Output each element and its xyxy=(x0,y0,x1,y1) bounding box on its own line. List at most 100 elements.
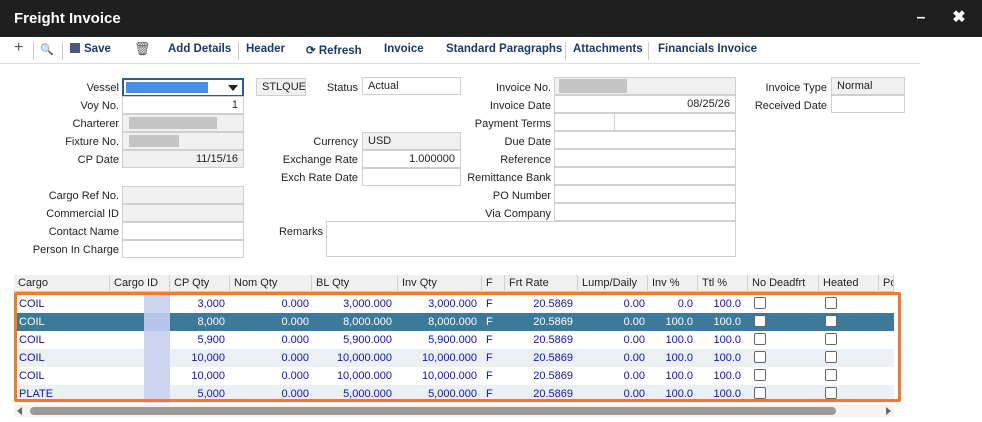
frt-cell[interactable]: 20.5869 xyxy=(503,349,573,367)
bl-cell[interactable]: 3,000.000 xyxy=(322,295,392,313)
voy-no-field[interactable]: 1 xyxy=(122,96,244,114)
cp-cell[interactable]: 8,000 xyxy=(155,313,225,331)
cargo-cell[interactable]: PLATE xyxy=(19,385,109,403)
heated-checkbox[interactable] xyxy=(825,315,837,327)
charterer-field[interactable] xyxy=(122,114,244,132)
financials-invoice-button[interactable]: Financials Invoice xyxy=(658,43,757,59)
inv-cell[interactable]: 8,000.000 xyxy=(407,313,477,331)
standard-paragraphs-button[interactable]: Standard Paragraphs xyxy=(446,43,562,59)
table-row[interactable]: COIL 10,000 0.000 10,000.000 10,000.000 20.58… xyxy=(14,367,894,385)
cargo-cell[interactable]: COIL xyxy=(19,367,109,385)
cargo-cell[interactable]: COIL xyxy=(19,295,109,313)
no-deadfrt-checkbox[interactable] xyxy=(754,387,766,399)
commercial-id-field[interactable] xyxy=(122,204,244,222)
heated-checkbox[interactable] xyxy=(825,369,837,381)
header-button[interactable]: Header xyxy=(246,43,285,59)
exchange-rate-field[interactable]: 1.000000 xyxy=(362,150,461,168)
cp-cell[interactable]: 5,000 xyxy=(155,385,225,403)
ttl-cell[interactable]: 100.0 xyxy=(671,367,741,385)
no-deadfrt-checkbox[interactable] xyxy=(754,297,766,309)
heated-checkbox[interactable] xyxy=(825,387,837,399)
frt-cell[interactable]: 20.5869 xyxy=(503,295,573,313)
invoice-date-field[interactable]: 08/25/26 xyxy=(554,95,736,113)
scrollbar-thumb[interactable] xyxy=(30,407,836,415)
search-icon[interactable]: 🔍 xyxy=(40,43,54,56)
save-button[interactable]: Save xyxy=(70,43,111,59)
cp-date-field[interactable]: 11/15/16 xyxy=(122,150,244,168)
col-header-nom-qty[interactable]: Nom Qty xyxy=(230,275,312,292)
heated-checkbox[interactable] xyxy=(825,351,837,363)
nom-cell[interactable]: 0.000 xyxy=(239,295,309,313)
delete-icon[interactable]: 🗑 xyxy=(134,41,151,57)
f-cell[interactable]: F xyxy=(486,349,500,367)
f-cell[interactable]: F xyxy=(486,313,500,331)
ttl-cell[interactable]: 100.0 xyxy=(671,331,741,349)
col-header-inv-pct[interactable]: Inv % xyxy=(648,275,698,292)
nom-cell[interactable]: 0.000 xyxy=(239,349,309,367)
po-number-field[interactable] xyxy=(554,185,736,203)
currency-field[interactable]: USD xyxy=(362,132,461,150)
f-cell[interactable]: F xyxy=(486,331,500,349)
reference-field[interactable] xyxy=(554,149,736,167)
no-deadfrt-checkbox[interactable] xyxy=(754,333,766,345)
no-deadfrt-checkbox[interactable] xyxy=(754,315,766,327)
table-row[interactable]: COIL 10,000 0.000 10,000.000 10,000.000 20.58… xyxy=(14,349,894,367)
remarks-field[interactable] xyxy=(326,221,736,257)
minimize-button[interactable]: – xyxy=(910,7,932,29)
col-header-po[interactable]: Po xyxy=(879,275,894,292)
ttl-cell[interactable]: 100.0 xyxy=(671,349,741,367)
inv-cell[interactable]: 3,000.000 xyxy=(407,295,477,313)
col-header-no-deadfrt[interactable]: No Deadfrt xyxy=(748,275,819,292)
ttl-cell[interactable]: 100.0 xyxy=(671,313,741,331)
add-icon[interactable]: + xyxy=(14,39,23,57)
exch-rate-date-field[interactable] xyxy=(362,168,461,186)
bl-cell[interactable]: 8,000.000 xyxy=(322,313,392,331)
invoice-type-field[interactable]: Normal xyxy=(831,77,905,95)
col-header-ttl-pct[interactable]: Ttl % xyxy=(698,275,748,292)
cp-cell[interactable]: 5,900 xyxy=(155,331,225,349)
via-company-field[interactable] xyxy=(554,203,736,221)
fixture-no-field[interactable] xyxy=(122,132,244,150)
cp-cell[interactable]: 10,000 xyxy=(155,349,225,367)
close-button[interactable]: ✖ xyxy=(948,7,970,29)
status-field[interactable]: Actual xyxy=(362,77,461,95)
contact-name-field[interactable] xyxy=(122,222,244,240)
col-header-bl-qty[interactable]: BL Qty xyxy=(312,275,398,292)
bl-cell[interactable]: 5,000.000 xyxy=(322,385,392,403)
due-date-field[interactable] xyxy=(554,131,736,149)
col-header-f[interactable]: F xyxy=(482,275,505,292)
table-row[interactable]: PLATE 5,000 0.000 5,000.000 5,000.000 20.5869… xyxy=(14,385,894,403)
f-cell[interactable]: F xyxy=(486,295,500,313)
bl-cell[interactable]: 10,000.000 xyxy=(322,367,392,385)
scroll-left-icon[interactable] xyxy=(17,407,22,415)
ttl-cell[interactable]: 100.0 xyxy=(671,295,741,313)
frt-cell[interactable]: 20.5869 xyxy=(503,313,573,331)
table-row[interactable]: COIL 5,900 0.000 5,900.000 5,900.000 20.5869 0… xyxy=(14,331,894,349)
cargo-ref-field[interactable] xyxy=(122,186,244,204)
inv-cell[interactable]: 10,000.000 xyxy=(407,349,477,367)
received-date-field[interactable] xyxy=(831,95,905,113)
horizontal-scrollbar[interactable] xyxy=(14,405,894,417)
refresh-button[interactable]: ⟳ Refresh xyxy=(306,43,362,59)
col-header-frt-rate[interactable]: Frt Rate xyxy=(505,275,578,292)
payment-terms-code-field[interactable] xyxy=(554,113,615,131)
cp-cell[interactable]: 3,000 xyxy=(155,295,225,313)
inv-cell[interactable]: 5,000.000 xyxy=(407,385,477,403)
attachments-button[interactable]: Attachments xyxy=(573,43,643,59)
frt-cell[interactable]: 20.5869 xyxy=(503,367,573,385)
table-row-selected[interactable]: COIL 8,000 0.000 8,000.000 8,000.000 20.5869 0… xyxy=(14,313,894,331)
nom-cell[interactable]: 0.000 xyxy=(239,313,309,331)
invoice-button[interactable]: Invoice xyxy=(384,43,424,59)
heated-checkbox[interactable] xyxy=(825,333,837,345)
scroll-right-icon[interactable] xyxy=(886,407,891,415)
col-header-cargo[interactable]: Cargo xyxy=(14,275,110,292)
frt-cell[interactable]: 20.5869 xyxy=(503,385,573,403)
inv-cell[interactable]: 10,000.000 xyxy=(407,367,477,385)
cargo-cell[interactable]: COIL xyxy=(19,313,109,331)
no-deadfrt-checkbox[interactable] xyxy=(754,351,766,363)
f-cell[interactable]: F xyxy=(486,385,500,403)
cargo-cell[interactable]: COIL xyxy=(19,331,109,349)
vessel-select[interactable] xyxy=(122,78,244,97)
col-header-cargo-id[interactable]: Cargo ID xyxy=(110,275,170,292)
f-cell[interactable]: F xyxy=(486,367,500,385)
